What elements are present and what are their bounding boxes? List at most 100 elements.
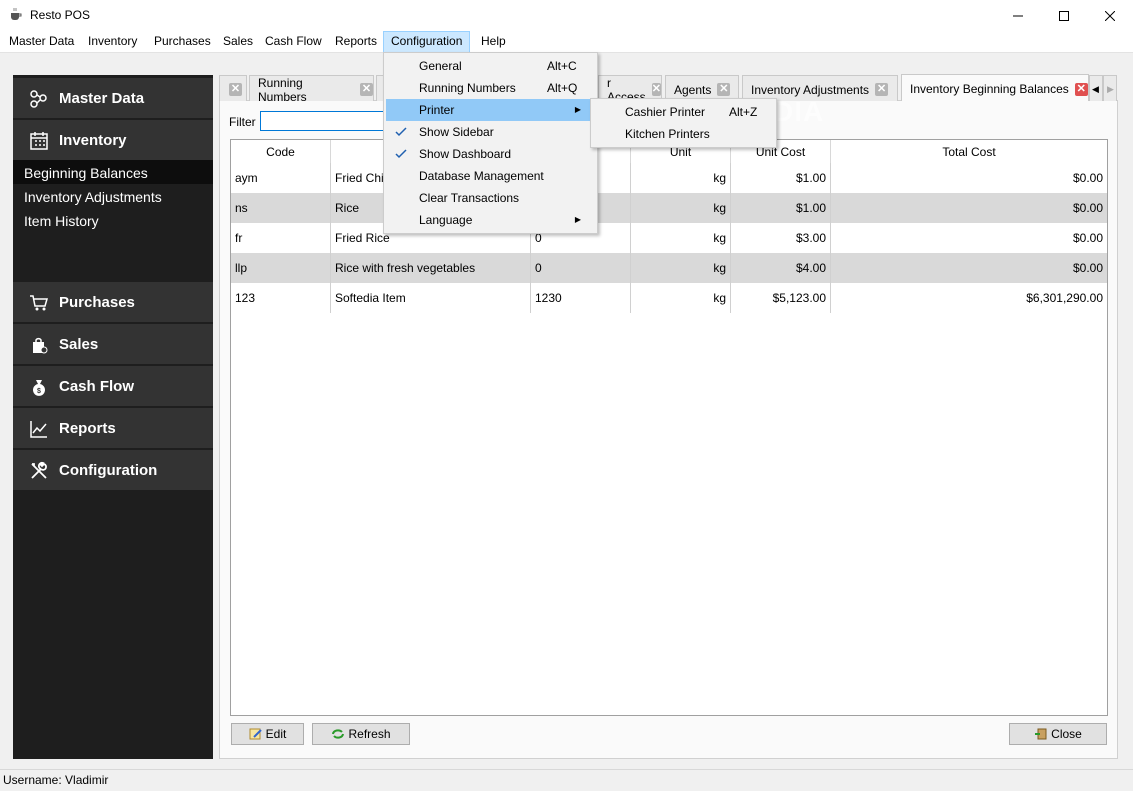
money-bag-icon: $ [33,380,45,396]
menu-item-clear-transactions[interactable]: Clear Transactions [386,187,595,209]
menu-item-kitchen-printers[interactable]: Kitchen Printers [593,123,774,145]
menu-configuration[interactable]: Configuration [383,31,471,53]
cell-total: $0.00 [1072,201,1103,215]
close-tab-icon[interactable]: ✕ [229,83,242,96]
maximize-button[interactable] [1041,0,1087,31]
chart-line-icon [30,421,47,438]
menu-inventory[interactable]: Inventory [81,31,144,53]
refresh-icon [332,729,345,739]
menu-reports[interactable]: Reports [328,31,384,53]
configuration-dropdown: General Alt+C Running Numbers Alt+Q Printe… [383,52,598,234]
close-tab-icon[interactable]: ✕ [360,83,373,96]
cell-code: aym [231,163,331,193]
cell-name: Rice with fresh vegetables [331,253,531,283]
menu-item-show-dashboard[interactable]: Show Dashboard [386,143,595,165]
tab-scroll-left-button[interactable]: ◀ [1089,75,1103,101]
cell-code: 123 [231,283,331,313]
menu-item-language[interactable]: Language ▶ [386,209,595,231]
sidebar-label: Sales [59,335,99,353]
close-window-button[interactable] [1087,0,1133,31]
cell-unit: kg [631,283,731,313]
balances-table: Code Unit Unit Cost Total Cost aym Fried … [230,139,1108,716]
cell-total: $0.00 [1072,171,1103,185]
cell-cost: $1.00 [731,163,831,193]
table-row[interactable]: 123 Softedia Item 1230 kg $5,123.00 $6,301,29… [231,283,1107,313]
menu-master-data[interactable]: Master Data [2,31,81,53]
printer-submenu: Cashier Printer Alt+Z Kitchen Printers [590,98,777,148]
submenu-arrow-icon: ▶ [574,105,581,114]
tab-inventory-beginning-balances[interactable]: Inventory Beginning Balances ✕ [901,74,1089,101]
tab-scroll-right-button[interactable]: ▶ [1103,75,1117,101]
close-tab-icon[interactable]: ✕ [651,83,661,96]
table-row[interactable]: aym Fried Chi kg $1.00 $0.00 [231,163,1107,193]
refresh-button[interactable]: Refresh [312,723,410,745]
cell-qty: 0 [531,253,631,283]
sidebar-label: Master Data [59,89,145,107]
edit-button[interactable]: Edit [231,723,304,745]
status-bar [0,769,1133,791]
title-bar: Resto POS [0,0,1133,31]
table-row[interactable]: ns Rice kg $1.00 $0.00 [231,193,1107,223]
sidebar-label: Configuration [59,461,158,479]
close-tab-icon[interactable]: ✕ [1074,82,1088,96]
menu-help[interactable]: Help [474,31,513,53]
cell-unit: kg [631,253,731,283]
cell-unit: kg [631,223,731,253]
checkmark-icon [395,149,407,159]
sidebar-item-inventory-adjustments[interactable]: Inventory Adjustments [24,189,162,205]
sidebar-master-data[interactable]: Master Data [13,78,213,119]
cell-qty: 1230 [531,283,631,313]
checkmark-icon [395,127,407,137]
menu-item-show-sidebar[interactable]: Show Sidebar [386,121,595,143]
close-button[interactable]: Close [1009,723,1107,745]
status-username: Username: Vladimir [3,773,109,787]
menu-item-database-management[interactable]: Database Management [386,165,595,187]
col-header-code[interactable]: Code [231,140,331,163]
menu-bar: Master Data Inventory Purchases Sales Ca… [0,31,1133,53]
menu-purchases[interactable]: Purchases [147,31,218,53]
cell-unit: kg [631,193,731,223]
close-tab-icon[interactable]: ✕ [875,83,889,96]
sidebar-inventory[interactable]: Inventory [13,120,213,161]
tools-icon [31,461,47,479]
cell-code: fr [231,223,331,253]
bag-icon [33,337,48,354]
menu-item-running-numbers[interactable]: Running Numbers Alt+Q [386,77,595,99]
menu-cash-flow[interactable]: Cash Flow [258,31,329,53]
close-tab-icon[interactable]: ✕ [717,83,731,96]
sidebar-item-beginning-balances[interactable]: Beginning Balances [24,165,148,181]
cell-unit: kg [631,163,731,193]
menu-item-printer[interactable]: Printer ▶ [386,99,595,121]
sidebar-purchases[interactable]: Purchases [13,282,213,323]
tab-hidden[interactable]: ✕ [219,75,247,101]
table-row[interactable]: llp Rice with fresh vegetables 0 kg $4.00 $0.… [231,253,1107,283]
cell-cost: $3.00 [731,223,831,253]
table-row[interactable]: fr Fried Rice 0 kg $3.00 $0.00 [231,223,1107,253]
sidebar-sales[interactable]: Sales [13,324,213,365]
filter-label: Filter [229,115,256,129]
sidebar-label: Reports [59,419,116,437]
sidebar-reports[interactable]: Reports [13,408,213,449]
col-header-total-cost[interactable]: Total Cost [831,140,1107,163]
tab-running-numbers[interactable]: Running Numbers ✕ [249,75,374,104]
app-cup-icon [11,8,22,20]
sidebar-item-item-history[interactable]: Item History [24,213,99,229]
cell-code: ns [231,193,331,223]
sidebar-label: Inventory [59,131,127,149]
cell-total: $0.00 [1072,231,1103,245]
exit-door-icon [1035,728,1047,740]
window-title: Resto POS [30,8,91,22]
edit-icon [249,728,262,740]
menu-sales[interactable]: Sales [216,31,260,53]
sidebar-label: Cash Flow [59,377,135,395]
cell-cost: $4.00 [731,253,831,283]
sidebar-cash-flow[interactable]: $ Cash Flow [13,366,213,407]
sidebar-configuration[interactable]: Configuration [13,450,213,491]
menu-item-cashier-printer[interactable]: Cashier Printer Alt+Z [593,101,774,123]
menu-item-general[interactable]: General Alt+C [386,55,595,77]
minimize-button[interactable] [995,0,1041,31]
cell-cost: $1.00 [731,193,831,223]
cell-total: $6,301,290.00 [1026,291,1103,305]
cell-cost: $5,123.00 [731,283,831,313]
calendar-grid-icon [30,132,48,150]
